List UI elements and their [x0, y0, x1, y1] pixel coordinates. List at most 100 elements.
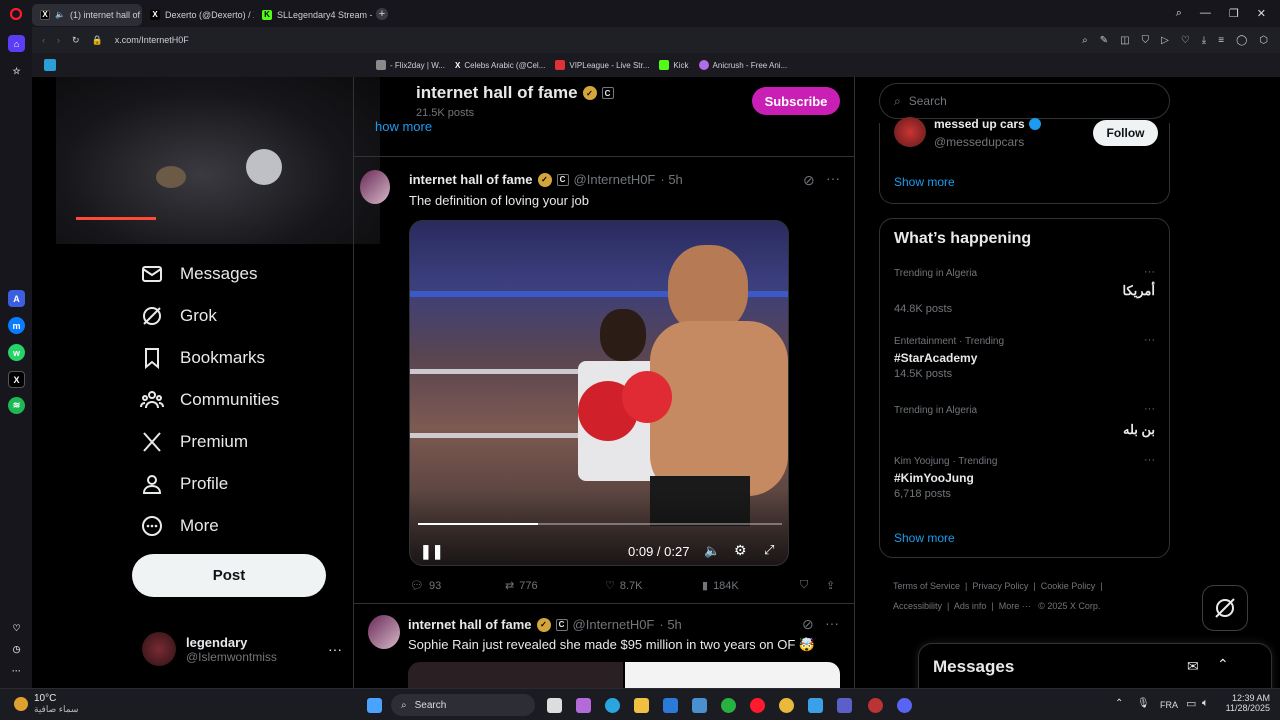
aria-icon[interactable]: A: [8, 290, 25, 307]
stream-overlay[interactable]: [56, 77, 380, 244]
trend-item[interactable]: Trending in Algeria ··· أمريكا 44.8K pos…: [894, 266, 1155, 315]
bookmark-icon[interactable]: [44, 59, 56, 71]
copilot-icon[interactable]: [576, 698, 591, 713]
author-handle[interactable]: @InternetH0F: [574, 172, 656, 187]
more-dots-icon[interactable]: ···: [825, 615, 839, 631]
tab-kick-stream[interactable]: K SLLegendary4 Stream - W: [254, 4, 372, 26]
footer-link[interactable]: Cookie Policy: [1041, 581, 1096, 591]
video-scrubber[interactable]: [418, 523, 782, 525]
edit-icon[interactable]: ✎: [1100, 35, 1108, 46]
volume-icon[interactable]: 🔈: [704, 543, 720, 559]
search-icon[interactable]: ⌕: [1176, 7, 1182, 20]
more-dots-icon[interactable]: ···: [826, 170, 840, 186]
post-time[interactable]: · 5h: [659, 617, 681, 632]
repost-button[interactable]: ⇄ 776: [505, 579, 538, 593]
reload-icon[interactable]: ↻: [72, 35, 80, 46]
restore-icon[interactable]: ❐: [1229, 7, 1239, 20]
photos-icon[interactable]: [808, 698, 823, 713]
messages-drawer[interactable]: Messages ✉ ⌃: [918, 643, 1272, 688]
more-dots-icon[interactable]: ···: [1144, 266, 1155, 278]
trend-item[interactable]: Trending in Algeria ··· بن بله: [894, 403, 1155, 438]
new-message-icon[interactable]: ✉: [1187, 658, 1199, 675]
clock[interactable]: 12:39 AM 11/28/2025: [1224, 693, 1270, 713]
microphone-icon[interactable]: 🎙︎: [1137, 698, 1150, 709]
bookmark-item[interactable]: Kick: [659, 60, 689, 70]
new-tab-button[interactable]: +: [376, 7, 388, 20]
menu-icon[interactable]: ≡: [1218, 35, 1224, 46]
bookmark-item[interactable]: - Flix2day | W...: [376, 60, 445, 70]
grok-icon[interactable]: ⊘: [802, 616, 814, 633]
profile-icon[interactable]: ◯: [1236, 35, 1247, 46]
grok-icon[interactable]: ⊘: [803, 172, 815, 189]
file-explorer-icon[interactable]: [634, 698, 649, 713]
pause-icon[interactable]: ❚❚: [420, 543, 443, 560]
weather-widget[interactable]: 10°C سماء صافية: [14, 693, 78, 715]
post-button[interactable]: Post: [132, 554, 326, 597]
tab-internet-hall-of-fame[interactable]: X 🔈 (1) internet hall of fam: [32, 3, 142, 26]
footer-link[interactable]: Privacy Policy: [972, 581, 1028, 591]
search-icon[interactable]: ⌕: [1082, 35, 1088, 46]
trend-item[interactable]: Entertainment · Trending ··· #StarAcadem…: [894, 334, 1155, 380]
footer-link[interactable]: Accessibility: [893, 601, 942, 611]
post-image[interactable]: [625, 662, 840, 688]
post-image[interactable]: [408, 662, 623, 688]
volume-icon[interactable]: 🔈︎: [1202, 697, 1209, 710]
follow-suggestion-name[interactable]: messed up cars: [934, 117, 1041, 131]
teams-icon[interactable]: [837, 698, 852, 713]
share-button[interactable]: ⇪: [826, 579, 835, 592]
video-player[interactable]: ❚❚ 0:09 / 0:27 🔈 ⚙ ⤢: [409, 220, 789, 566]
trend-item[interactable]: Kim Yoojung · Trending ··· #KimYooJung 6…: [894, 454, 1155, 500]
history-icon[interactable]: ◷: [8, 641, 25, 658]
settings-icon[interactable]: ⚙: [734, 542, 747, 559]
shield-icon[interactable]: ⛉: [1142, 35, 1150, 46]
account-switcher[interactable]: legendary @Islemwontmiss ···: [142, 632, 342, 666]
more-dots-icon[interactable]: ···: [1144, 454, 1155, 466]
search-input[interactable]: ⌕ Search: [879, 83, 1170, 119]
back-icon[interactable]: ‹: [42, 35, 45, 45]
home-icon[interactable]: ⌂: [8, 35, 25, 52]
bookmark-item[interactable]: Anicrush - Free Ani...: [698, 60, 787, 70]
like-button[interactable]: ♡ 8.7K: [605, 579, 643, 593]
spotify-icon[interactable]: ≋: [8, 397, 25, 414]
language-indicator[interactable]: FRA: [1160, 700, 1178, 710]
chevron-up-icon[interactable]: ⌃: [1115, 698, 1123, 709]
nav-bookmarks[interactable]: Bookmarks: [140, 346, 265, 370]
forward-icon[interactable]: ›: [57, 35, 60, 45]
task-view-icon[interactable]: [547, 698, 562, 713]
extensions-icon[interactable]: ⬡: [1259, 35, 1268, 46]
play-icon[interactable]: ▷: [1161, 35, 1169, 46]
bookmark-item[interactable]: X Celebs Arabic (@Cel...: [455, 61, 545, 70]
x-icon[interactable]: X: [8, 371, 25, 388]
taskbar-search[interactable]: ⌕ Search: [391, 694, 535, 716]
edge-icon[interactable]: [605, 698, 620, 713]
nav-grok[interactable]: Grok: [140, 304, 217, 328]
xbox-icon[interactable]: [721, 698, 736, 713]
footer-link[interactable]: Ads info: [954, 601, 987, 611]
reply-button[interactable]: 💬︎ 93: [410, 579, 441, 593]
camera-icon[interactable]: ◫: [1120, 35, 1129, 46]
nav-more[interactable]: More: [140, 514, 219, 538]
bookmark-button[interactable]: ⛉: [800, 579, 808, 592]
tab-dexerto[interactable]: X Dexerto (@Dexerto) / X: [142, 4, 254, 26]
messenger-icon[interactable]: m: [8, 317, 25, 334]
bookmark-item[interactable]: VIPLeague - Live Str...: [555, 60, 649, 70]
more-dots-icon[interactable]: ···: [1144, 334, 1155, 346]
star-icon[interactable]: ☆: [8, 63, 25, 80]
post-time[interactable]: · 5h: [660, 172, 682, 187]
author-handle[interactable]: @InternetH0F: [573, 617, 655, 632]
show-more-link[interactable]: how more: [375, 119, 432, 134]
heart-icon[interactable]: ♡: [8, 620, 25, 637]
minimize-icon[interactable]: —: [1200, 7, 1211, 20]
show-more-link[interactable]: Show more: [894, 531, 955, 545]
collapse-icon[interactable]: ⌃: [1217, 656, 1229, 673]
avatar[interactable]: [360, 170, 390, 204]
footer-link[interactable]: More ···: [999, 601, 1031, 611]
discord-icon[interactable]: [897, 698, 912, 713]
footer-link[interactable]: Terms of Service: [893, 581, 960, 591]
nav-communities[interactable]: Communities: [140, 388, 279, 412]
start-icon[interactable]: [367, 698, 382, 713]
close-icon[interactable]: ✕: [1257, 7, 1266, 20]
grok-floating-button[interactable]: [1202, 585, 1248, 631]
author-name[interactable]: internet hall of fame: [408, 617, 532, 632]
more-dots-icon[interactable]: ···: [1144, 403, 1155, 415]
